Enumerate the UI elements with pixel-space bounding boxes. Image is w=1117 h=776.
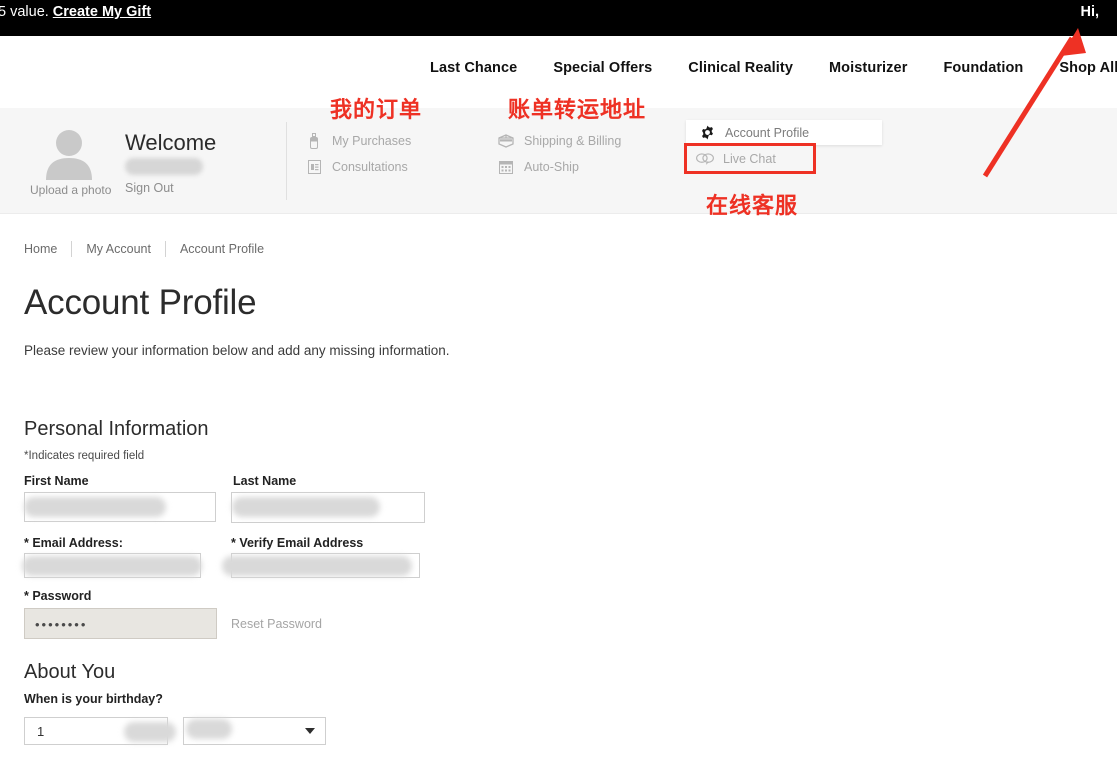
page-subtitle: Please review your information below and… [24,343,450,358]
package-icon [497,132,515,150]
first-name-redacted-value [24,497,166,517]
annotation-orders-cn: 我的订单 [330,98,423,123]
reset-password-link[interactable]: Reset Password [231,617,322,631]
promo-text-label: 5 value. [0,4,49,20]
first-name-label: First Name [24,474,89,488]
breadcrumb-item-account-profile[interactable]: Account Profile [180,242,264,256]
breadcrumb-separator [71,241,73,257]
required-field-note: *Indicates required field [24,450,145,462]
promo-text: 5 value. Create My Gift [0,2,151,22]
document-icon [305,158,323,176]
personal-information-heading: Personal Information [24,418,209,440]
menu-item-label: Shipping & Billing [524,134,622,148]
orders-menu-column: My Purchases Consultations [305,128,411,180]
band-divider [286,122,287,200]
upload-photo-link[interactable]: Upload a photo [30,183,111,197]
menu-item-account-profile[interactable]: Account Profile [686,120,882,145]
nav-list: Last Chance Special Offers Clinical Real… [430,60,1117,76]
chevron-down-icon [305,728,315,734]
promo-bar: 5 value. Create My Gift Hi, [0,0,1117,36]
nav-item-shop-all[interactable]: Shop All [1059,60,1117,76]
menu-item-auto-ship[interactable]: Auto-Ship [497,154,621,180]
sign-out-link[interactable]: Sign Out [125,181,216,195]
birth-month-redacted-value [124,722,176,742]
account-dropdown-card: Account Profile [686,120,882,145]
menu-item-label: My Purchases [332,134,412,148]
menu-item-label: Auto-Ship [524,160,579,174]
page-title: Account Profile [24,283,257,322]
create-my-gift-link[interactable]: Create My Gift [53,4,151,20]
gear-icon [698,124,716,142]
birth-day-redacted-value [186,719,232,739]
bottle-icon [305,132,323,150]
about-you-heading: About You [24,661,116,683]
avatar[interactable] [40,124,98,180]
menu-item-label: Account Profile [725,125,810,140]
email-address-label: * Email Address: [24,536,123,550]
breadcrumb: Home My Account Account Profile [24,241,264,257]
menu-item-consultations[interactable]: Consultations [305,154,411,180]
annotation-shipping-cn: 账单转运地址 [508,98,647,123]
menu-item-label: Live Chat [723,151,776,166]
nav-item-special-offers[interactable]: Special Offers [553,60,652,76]
breadcrumb-item-home[interactable]: Home [24,242,57,256]
menu-item-shipping-billing[interactable]: Shipping & Billing [497,128,621,154]
breadcrumb-separator [164,241,166,257]
nav-item-foundation[interactable]: Foundation [943,60,1023,76]
birthday-question-label: When is your birthday? [24,692,163,706]
nav-item-last-chance[interactable]: Last Chance [430,60,517,76]
menu-item-label: Consultations [332,160,408,174]
email-redacted-value [22,556,202,576]
verify-email-label: * Verify Email Address [231,536,364,550]
user-greeting[interactable]: Hi, [1080,2,1099,22]
breadcrumb-item-my-account[interactable]: My Account [86,242,151,256]
annotation-live-chat-cn: 在线客服 [706,194,799,219]
verify-email-redacted-value [222,556,412,576]
nav-item-moisturizer[interactable]: Moisturizer [829,60,907,76]
live-chat-highlight-box: Live Chat [684,143,816,174]
menu-item-my-purchases[interactable]: My Purchases [305,128,411,154]
welcome-title: Welcome [125,130,217,155]
chat-bubble-icon [696,150,714,168]
avatar-block: Upload a photo [30,124,111,197]
password-input[interactable]: •••••••• [24,608,217,639]
menu-item-live-chat[interactable]: Live Chat [687,146,813,171]
last-name-label: Last Name [233,474,297,488]
welcome-block: Welcome Sign Out [125,130,216,195]
last-name-redacted-value [232,497,380,517]
nav-item-clinical-reality[interactable]: Clinical Reality [688,60,793,76]
shipping-menu-column: Shipping & Billing Auto-Ship [497,128,621,180]
user-name-redacted [125,158,203,175]
password-label: * Password [24,589,92,603]
birth-month-value: 1 [37,724,45,739]
calendar-icon [497,158,515,176]
